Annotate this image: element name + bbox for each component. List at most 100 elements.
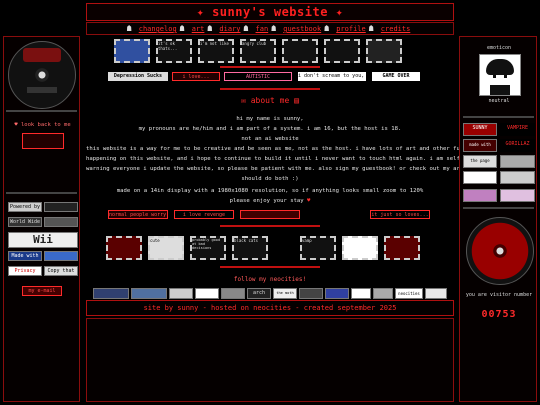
about-text: not an ai website bbox=[241, 136, 299, 142]
button-88[interactable]: arch bbox=[247, 288, 271, 299]
button-88[interactable] bbox=[373, 288, 393, 299]
about-text: should do both :) bbox=[241, 176, 299, 182]
right-sidebar: emoticon neutral SUNNY VAMPIRE made with… bbox=[459, 36, 537, 402]
stamp: it's ok thats... bbox=[156, 39, 192, 63]
button-88[interactable]: neocities bbox=[395, 288, 423, 299]
about-text: warning everyone i update the website, s… bbox=[86, 166, 511, 172]
button-made-with-love[interactable]: made with love bbox=[463, 139, 497, 152]
site-title: ✦ sunny's website ✦ bbox=[87, 5, 453, 19]
banner-revenge: i love revenge bbox=[174, 210, 234, 219]
button-gorillaz[interactable]: GORILLAZ bbox=[500, 139, 535, 152]
button-88[interactable] bbox=[351, 288, 371, 299]
banner-scream: i don't scream to you, ugh bbox=[298, 72, 366, 81]
button-88[interactable] bbox=[325, 288, 349, 299]
banner-normal-people: normal people worry me bbox=[108, 210, 168, 219]
banner-game-over: GAME OVER bbox=[372, 72, 420, 81]
button-88[interactable] bbox=[500, 189, 535, 202]
footer-spacer bbox=[86, 318, 454, 402]
ghost-icon: ☗ bbox=[126, 24, 132, 33]
cat-gif bbox=[22, 133, 64, 149]
emoticon-label: emoticon bbox=[486, 45, 512, 51]
powered-by-button[interactable]: Powered by bbox=[8, 202, 42, 212]
divider bbox=[220, 66, 320, 68]
ghost-icon: ☗ bbox=[368, 24, 374, 33]
about-text: my pronouns are he/him and i am part of … bbox=[138, 126, 402, 132]
button-the-page[interactable]: the page bbox=[463, 155, 497, 168]
visitor-label: you are visitor number bbox=[465, 292, 533, 298]
nav-link-credits[interactable]: credits bbox=[381, 25, 411, 33]
divider bbox=[220, 266, 320, 268]
copy-floppy-button[interactable]: Copy that Floppy! bbox=[44, 266, 78, 276]
banner-red bbox=[240, 210, 300, 219]
nav-link-fan[interactable]: fan bbox=[256, 25, 269, 33]
button-88[interactable] bbox=[131, 288, 167, 299]
button-88[interactable] bbox=[500, 171, 535, 184]
sparkle-icon: ✦ bbox=[196, 5, 213, 19]
stamp: i'm not like bbox=[198, 39, 234, 63]
nav-link-art[interactable]: art bbox=[192, 25, 205, 33]
button-88[interactable] bbox=[500, 155, 535, 168]
ghost-icon: ☗ bbox=[179, 24, 185, 33]
blank-button[interactable] bbox=[44, 202, 78, 212]
button-vampire[interactable]: VAMPIRE bbox=[500, 123, 535, 136]
button-88[interactable] bbox=[195, 288, 219, 299]
banner-loves: it just so loves... bbox=[370, 210, 430, 219]
stamp bbox=[282, 39, 318, 63]
stamp bbox=[384, 236, 420, 260]
stamp: black cats bbox=[232, 236, 268, 260]
nav-link-guestbook[interactable]: guestbook bbox=[283, 25, 321, 33]
about-heading: ✉ about me ▤ bbox=[241, 96, 299, 105]
stamp bbox=[366, 39, 402, 63]
stamp: angry club bbox=[240, 39, 276, 63]
button-88[interactable]: the moth girl bbox=[273, 288, 297, 299]
nav-link-changelog[interactable]: changelog bbox=[139, 25, 177, 33]
stamp: probably good at bad decisions bbox=[190, 236, 226, 260]
blank-button[interactable] bbox=[44, 217, 78, 227]
button-88[interactable] bbox=[169, 288, 193, 299]
ghost-icon: ☗ bbox=[243, 24, 249, 33]
game-disc-image bbox=[466, 217, 534, 285]
divider bbox=[220, 225, 320, 227]
banner-depression-sucks: Depression Sucks bbox=[108, 72, 168, 81]
divider bbox=[6, 110, 77, 112]
button-88[interactable] bbox=[221, 288, 245, 299]
visitor-counter: 00753 bbox=[481, 309, 517, 320]
nav-link-profile[interactable]: profile bbox=[336, 25, 366, 33]
letter-icon: ✉ bbox=[241, 96, 251, 105]
back-label[interactable]: ♥ look back to me bbox=[4, 122, 81, 128]
divider bbox=[463, 207, 534, 209]
banner-autistic: AUTISTIC bbox=[224, 72, 292, 81]
divider bbox=[6, 192, 77, 194]
ghost-icon: ☗ bbox=[207, 24, 213, 33]
stamp: vamp bbox=[300, 236, 336, 260]
footer-text: site by sunny - hosted on neocities - cr… bbox=[143, 304, 397, 312]
ghost-icon: ☗ bbox=[271, 24, 277, 33]
follow-heading: follow my neocities! bbox=[233, 276, 307, 283]
divider bbox=[463, 116, 534, 118]
ghost-icon: ☗ bbox=[324, 24, 330, 33]
my-computer-button[interactable]: Made with My Computer bbox=[8, 251, 42, 261]
character-label: neutral bbox=[488, 98, 510, 104]
button-sunny[interactable]: SUNNY bbox=[463, 123, 497, 136]
stamp bbox=[342, 236, 378, 260]
heart-icon: ♥ bbox=[14, 122, 21, 128]
world-wide-web-button[interactable]: World Wide Web bbox=[8, 217, 42, 227]
button-88[interactable] bbox=[299, 288, 323, 299]
button-88[interactable] bbox=[463, 189, 497, 202]
button-88[interactable] bbox=[93, 288, 129, 299]
stamp: cute bbox=[148, 236, 184, 260]
about-text: happening on this website, and i hope to… bbox=[86, 156, 511, 162]
wii-button[interactable]: Wii bbox=[8, 232, 78, 248]
about-text: please enjoy your stay ♥ bbox=[229, 198, 311, 204]
button-88[interactable] bbox=[463, 171, 497, 184]
about-text: made on a 14in display with a 1980x1080 … bbox=[116, 188, 424, 194]
heart-icon: ♥ bbox=[303, 198, 311, 204]
blank-button[interactable] bbox=[44, 251, 78, 261]
nav-bar: ☗ changelog ☗ art ☗ diary ☗ fan ☗ guestbook ☗… bbox=[86, 22, 454, 35]
nav-link-diary[interactable]: diary bbox=[219, 25, 240, 33]
game-disc-image bbox=[8, 41, 76, 109]
button-88[interactable] bbox=[425, 288, 447, 299]
email-button[interactable]: my e-mail bbox=[22, 286, 62, 296]
character-avatar bbox=[479, 54, 521, 96]
privacy-button[interactable]: Privacy Now! bbox=[8, 266, 42, 276]
